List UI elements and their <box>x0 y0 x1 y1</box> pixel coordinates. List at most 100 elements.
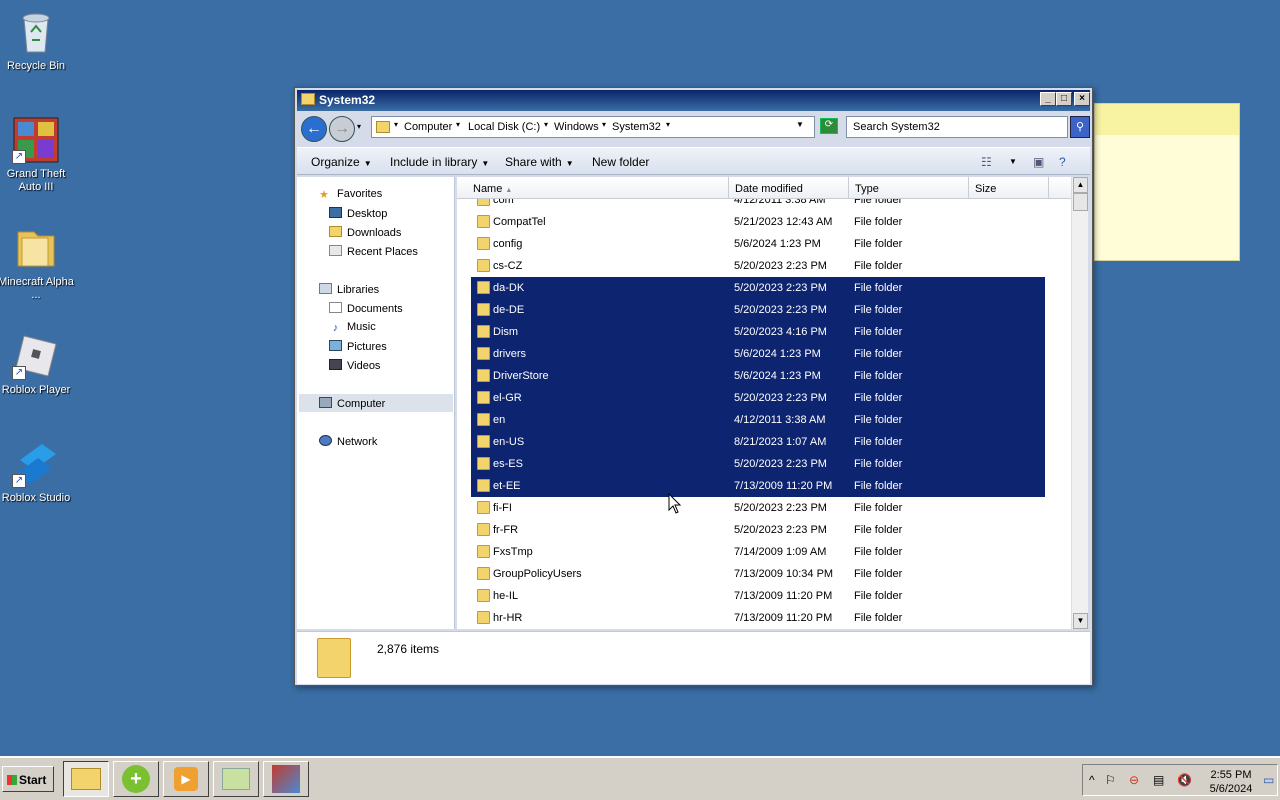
breadcrumb[interactable]: ▾ Computer ▾ Local Disk (C:) ▾ Windows ▾… <box>371 116 815 138</box>
file-row[interactable]: CompatTel 5/21/2023 12:43 AM File folder <box>471 211 1045 233</box>
nav-recent-places[interactable]: Recent Places <box>329 245 418 258</box>
recent-pages-dropdown[interactable]: ▾ <box>357 122 361 131</box>
file-row[interactable]: es-ES 5/20/2023 2:23 PM File folder <box>471 453 1045 475</box>
breadcrumb-computer[interactable]: Computer <box>404 121 452 133</box>
search-input[interactable]: Search System32 <box>846 116 1068 138</box>
file-date-modified: 5/21/2023 12:43 AM <box>734 216 833 228</box>
network-tray-icon[interactable]: ▤ <box>1153 773 1164 787</box>
file-row[interactable]: fi-FI 5/20/2023 2:23 PM File folder <box>471 497 1045 519</box>
file-row[interactable]: drivers 5/6/2024 1:23 PM File folder <box>471 343 1045 365</box>
organize-button[interactable]: Organize ▼ <box>311 155 372 169</box>
search-icon[interactable]: ⚲ <box>1070 116 1090 138</box>
nav-pictures[interactable]: Pictures <box>329 340 387 353</box>
breadcrumb-system32[interactable]: System32 <box>612 121 661 133</box>
file-row[interactable]: hr-HR 7/13/2009 11:20 PM File folder <box>471 607 1045 629</box>
desktop-icon-recycle-bin[interactable]: Recycle Bin <box>0 8 74 73</box>
start-button[interactable]: Start <box>2 766 54 792</box>
volume-muted-icon[interactable]: 🔇 <box>1177 773 1192 787</box>
clock[interactable]: 2:55 PM 5/6/2024 <box>1201 768 1261 796</box>
file-type: File folder <box>854 480 903 492</box>
file-row[interactable]: DriverStore 5/6/2024 1:23 PM File folder <box>471 365 1045 387</box>
warning-stop-icon[interactable]: ⊖ <box>1129 773 1139 787</box>
chevron-down-icon[interactable]: ▾ <box>456 120 460 129</box>
scroll-thumb[interactable] <box>1073 193 1088 211</box>
help-icon[interactable]: ? <box>1059 155 1066 169</box>
taskbar-explorer[interactable] <box>63 761 109 797</box>
nav-videos[interactable]: Videos <box>329 359 380 372</box>
file-date-modified: 5/20/2023 2:23 PM <box>734 304 827 316</box>
share-with-button[interactable]: Share with ▼ <box>505 155 574 169</box>
column-header-size[interactable]: Size <box>969 177 1049 199</box>
nav-libraries[interactable]: Libraries <box>319 283 379 296</box>
file-row[interactable]: en-US 8/21/2023 1:07 AM File folder <box>471 431 1045 453</box>
file-row[interactable]: GroupPolicyUsers 7/13/2009 10:34 PM File f… <box>471 563 1045 585</box>
scroll-down-button[interactable]: ▼ <box>1073 613 1088 629</box>
file-row[interactable]: cs-CZ 5/20/2023 2:23 PM File folder <box>471 255 1045 277</box>
forward-button[interactable]: → <box>329 116 355 142</box>
column-header-date[interactable]: Date modified <box>729 177 849 199</box>
desktop-icon <box>329 207 342 218</box>
desktop-icon-label: Roblox Player <box>1 384 71 396</box>
maximize-button[interactable]: □ <box>1056 92 1072 106</box>
recent-places-icon <box>329 245 342 256</box>
new-folder-button[interactable]: New folder <box>592 155 649 169</box>
column-header-type[interactable]: Type <box>849 177 969 199</box>
window-titlebar[interactable]: System32 _ □ × <box>297 90 1090 111</box>
nav-network[interactable]: Network <box>319 435 377 448</box>
file-row[interactable]: et-EE 7/13/2009 11:20 PM File folder <box>471 475 1045 497</box>
show-hidden-icons-button[interactable]: ^ <box>1089 773 1095 787</box>
sticky-note[interactable] <box>1094 103 1240 261</box>
taskbar-app-plus[interactable]: + <box>113 761 159 797</box>
refresh-button[interactable]: ⟳ <box>820 118 838 134</box>
nav-desktop[interactable]: Desktop <box>329 207 387 220</box>
chevron-down-icon[interactable]: ▾ <box>544 120 548 129</box>
chevron-down-icon[interactable]: ▼ <box>1009 157 1017 166</box>
file-row[interactable]: Dism 5/20/2023 4:16 PM File folder <box>471 321 1045 343</box>
nav-documents[interactable]: Documents <box>329 302 403 315</box>
scroll-up-button[interactable]: ▲ <box>1073 177 1088 193</box>
file-row[interactable]: he-IL 7/13/2009 11:20 PM File folder <box>471 585 1045 607</box>
file-row[interactable]: da-DK 5/20/2023 2:23 PM File folder <box>471 277 1045 299</box>
taskbar-media-player[interactable]: ▶ <box>163 761 209 797</box>
chevron-down-icon[interactable]: ▾ <box>394 120 398 129</box>
breadcrumb-local-disk[interactable]: Local Disk (C:) <box>468 121 540 133</box>
column-header-name[interactable]: Name ▲ <box>457 177 729 199</box>
view-options-icon[interactable]: ☷ <box>981 155 992 169</box>
desktop-icon-roblox-studio[interactable]: ↗ Roblox Studio <box>0 440 74 505</box>
taskbar-gta3[interactable] <box>263 761 309 797</box>
file-type: File folder <box>854 216 903 228</box>
nav-music[interactable]: ♪ Music <box>329 321 376 334</box>
back-button[interactable]: ← <box>301 116 327 142</box>
minimize-button[interactable]: _ <box>1040 92 1056 106</box>
folder-icon <box>477 259 490 272</box>
nav-computer[interactable]: Computer <box>319 397 385 410</box>
address-history-dropdown[interactable]: ▼ <box>796 120 804 129</box>
file-row[interactable]: el-GR 5/20/2023 2:23 PM File folder <box>471 387 1045 409</box>
folder-icon <box>301 93 315 105</box>
desktop-icon-roblox-player[interactable]: ↗ Roblox Player <box>0 332 74 397</box>
roblox-studio-icon: ↗ <box>12 440 60 488</box>
chevron-down-icon[interactable]: ▾ <box>602 120 606 129</box>
file-row[interactable]: en 4/12/2011 3:38 AM File folder <box>471 409 1045 431</box>
file-row[interactable]: FxsTmp 7/14/2009 1:09 AM File folder <box>471 541 1045 563</box>
file-date-modified: 5/20/2023 2:23 PM <box>734 392 827 404</box>
nav-downloads[interactable]: Downloads <box>329 226 401 239</box>
file-row[interactable]: fr-FR 5/20/2023 2:23 PM File folder <box>471 519 1045 541</box>
include-in-library-button[interactable]: Include in library ▼ <box>390 155 489 169</box>
desktop-icon-minecraft[interactable]: Minecraft Alpha ... <box>0 224 74 302</box>
close-button[interactable]: × <box>1074 92 1090 106</box>
taskbar-folder[interactable] <box>213 761 259 797</box>
sticky-note-header[interactable] <box>1095 104 1239 135</box>
folder-icon <box>477 523 490 536</box>
file-row[interactable]: de-DE 5/20/2023 2:23 PM File folder <box>471 299 1045 321</box>
action-center-flag-icon[interactable]: ⚐ <box>1105 773 1116 787</box>
vertical-scrollbar[interactable]: ▲ ▼ <box>1071 177 1088 629</box>
breadcrumb-windows[interactable]: Windows <box>554 121 599 133</box>
show-desktop-icon[interactable]: ▭ <box>1263 773 1274 787</box>
file-date-modified: 5/20/2023 2:23 PM <box>734 260 827 272</box>
preview-pane-icon[interactable]: ▣ <box>1033 155 1044 169</box>
chevron-down-icon[interactable]: ▾ <box>666 120 670 129</box>
file-row[interactable]: config 5/6/2024 1:23 PM File folder <box>471 233 1045 255</box>
nav-favorites[interactable]: ★ Favorites <box>319 188 382 201</box>
desktop-icon-gta3[interactable]: ↗ Grand Theft Auto III <box>0 116 74 194</box>
